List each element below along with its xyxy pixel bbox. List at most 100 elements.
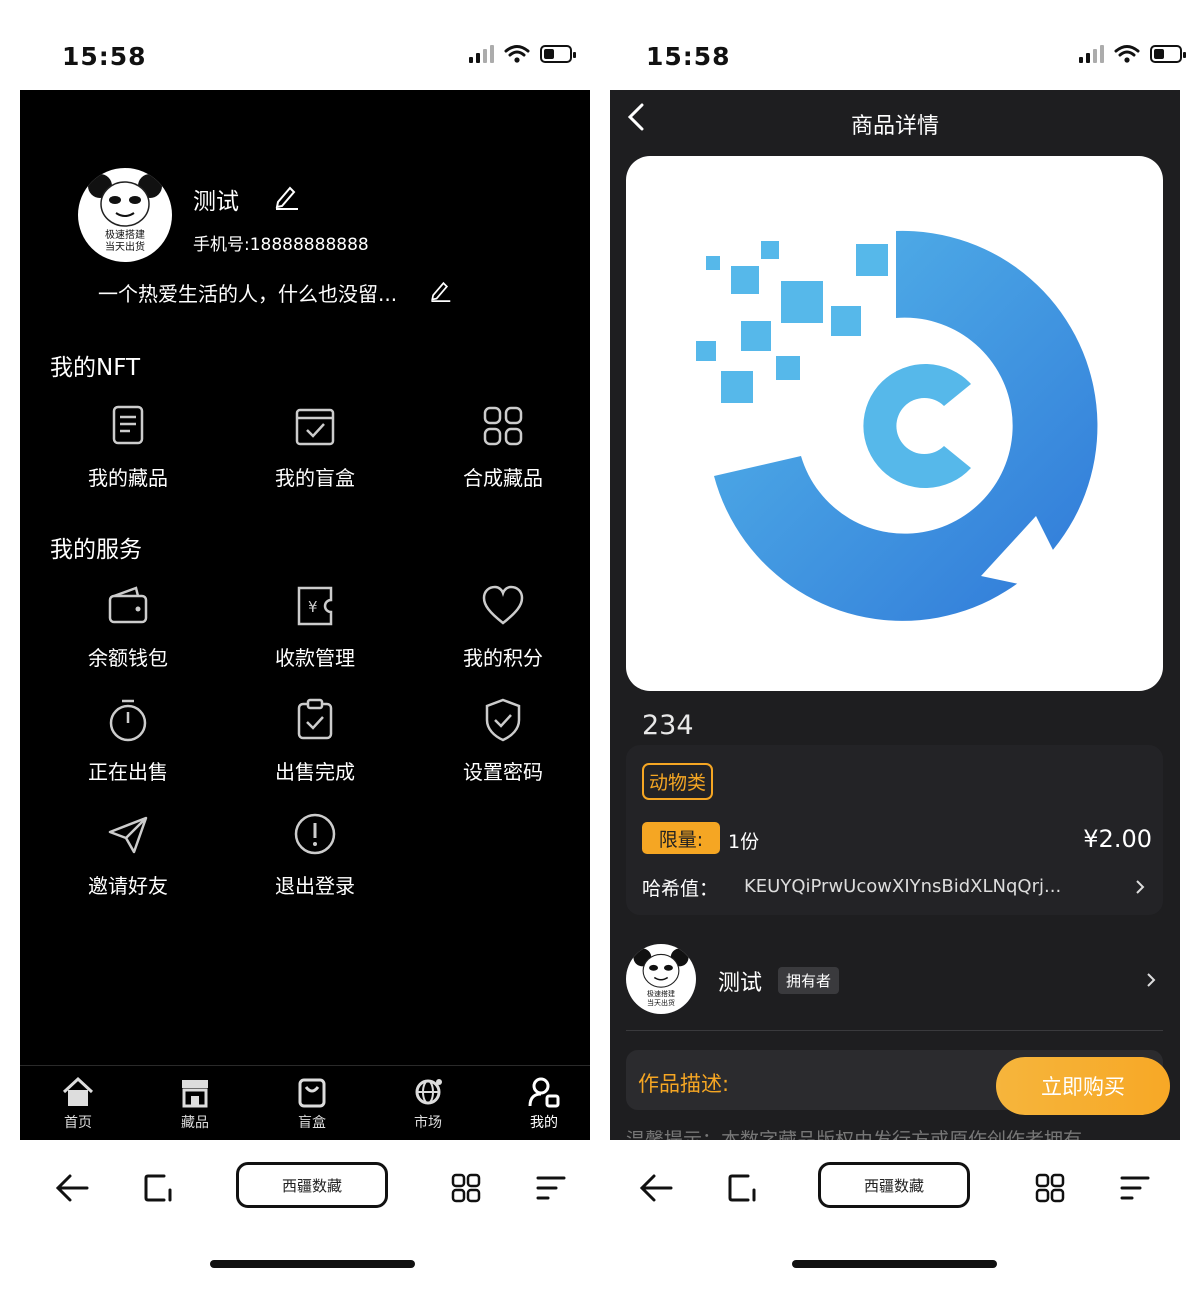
- bag-icon: [298, 1078, 326, 1108]
- tab-label: 藏品: [181, 1115, 209, 1131]
- nft-item-my-collection[interactable]: 我的藏品: [73, 402, 183, 491]
- divider: [626, 1030, 1163, 1031]
- service-item-wallet[interactable]: 余额钱包: [73, 582, 183, 671]
- apps-grid-icon: [1035, 1173, 1065, 1203]
- category-badge: 动物类: [642, 763, 714, 800]
- home-indicator[interactable]: [792, 1260, 997, 1268]
- nft-item-synthesize[interactable]: 合成藏品: [448, 402, 558, 491]
- browser-grid-button[interactable]: [1030, 1168, 1070, 1208]
- home-indicator[interactable]: [210, 1260, 415, 1268]
- detail-screen: 商品详情 234 动物类 限量: 1份 ¥2.00 哈希值： KEUYQiPrw…: [610, 90, 1180, 1140]
- home-icon: [62, 1076, 94, 1106]
- store-icon: [182, 1080, 208, 1108]
- browser-grid-button[interactable]: [446, 1168, 486, 1208]
- wifi-icon: [1114, 45, 1140, 63]
- status-icons: [469, 44, 576, 64]
- section-title-services: 我的服务: [50, 537, 142, 563]
- chevron-right-icon[interactable]: [1143, 972, 1159, 988]
- phone-profile: 15:58 极速搭建 当天出货 测试 手机号:18888888888 一个热爱生活…: [0, 0, 590, 1300]
- buy-now-button[interactable]: 立即购买: [996, 1057, 1170, 1115]
- user-name: 测试: [193, 189, 239, 215]
- tab-label: 盲盒: [298, 1115, 326, 1131]
- grid-icon: [483, 406, 523, 446]
- heart-icon: [482, 585, 524, 625]
- browser-tabs-button[interactable]: [722, 1168, 762, 1208]
- tab-blindbox[interactable]: 盲盒: [272, 1074, 352, 1132]
- owner-role-badge: 拥有者: [778, 967, 840, 994]
- menu-lines-icon: [536, 1176, 566, 1200]
- battery-icon: [1150, 45, 1186, 63]
- avatar-caption: 极速搭建 当天出货: [105, 230, 145, 253]
- status-bar: 15:58: [0, 30, 590, 90]
- edit-bio-icon[interactable]: [428, 278, 452, 302]
- status-time: 15:58: [62, 42, 147, 71]
- battery-icon: [540, 45, 576, 63]
- browser-tabs-button[interactable]: [138, 1168, 178, 1208]
- avatar[interactable]: 极速搭建 当天出货: [78, 168, 172, 262]
- arrow-left-icon: [55, 1174, 89, 1202]
- nft-item-my-blindbox[interactable]: 我的盲盒: [260, 402, 370, 491]
- tab-label: 首页: [64, 1115, 92, 1131]
- tab-market[interactable]: 市场: [388, 1074, 468, 1132]
- service-item-invite[interactable]: 邀请好友: [73, 810, 183, 899]
- tab-mine[interactable]: 我的: [504, 1074, 584, 1132]
- browser-back-button[interactable]: [636, 1168, 676, 1208]
- tab-home[interactable]: 首页: [38, 1074, 118, 1132]
- owner-name: 测试: [718, 971, 763, 996]
- service-item-sold[interactable]: 出售完成: [260, 696, 370, 785]
- avatar-caption: 极速搭建 当天出货: [647, 990, 675, 1007]
- service-item-label: 正在出售: [88, 760, 168, 784]
- c-logo-image: [696, 230, 1098, 621]
- browser-toolbar: 西疆数藏: [0, 1140, 590, 1230]
- profile-screen: 极速搭建 当天出货 测试 手机号:18888888888 一个热爱生活的人，什么也…: [20, 90, 590, 1140]
- chevron-right-icon[interactable]: [1132, 879, 1148, 895]
- shield-check-icon: [485, 698, 521, 742]
- product-name: 234: [642, 710, 694, 741]
- section-title-nft: 我的NFT: [50, 355, 141, 381]
- service-item-label: 出售完成: [275, 760, 355, 784]
- nft-item-label: 我的藏品: [88, 466, 168, 490]
- window-icon: [728, 1174, 756, 1202]
- hash-label: 哈希值：: [642, 878, 719, 900]
- price: ¥2.00: [1083, 825, 1152, 853]
- browser-title-pill[interactable]: 西疆数藏: [236, 1162, 388, 1208]
- status-bar: 15:58: [610, 30, 1200, 90]
- svg-text:¥: ¥: [308, 598, 318, 616]
- clipboard-check-icon: [297, 698, 333, 740]
- product-image[interactable]: [626, 156, 1163, 691]
- send-icon: [108, 816, 148, 854]
- owner-avatar[interactable]: 极速搭建 当天出货: [626, 944, 696, 1014]
- service-item-set-password[interactable]: 设置密码: [448, 696, 558, 785]
- limit-value: 1份: [728, 831, 760, 853]
- nft-item-label: 合成藏品: [463, 466, 543, 490]
- nft-item-label: 我的盲盒: [275, 466, 355, 490]
- service-item-label: 收款管理: [275, 646, 355, 670]
- phone-detail: 15:58 商品详情 234 动物类 限量: 1份 ¥2.00 哈希值： KEU…: [610, 0, 1200, 1300]
- service-item-payment[interactable]: ¥ 收款管理: [260, 582, 370, 671]
- document-icon: [112, 405, 144, 445]
- browser-title-pill[interactable]: 西疆数藏: [818, 1162, 970, 1208]
- tab-label: 市场: [414, 1115, 442, 1131]
- status-icons: [1079, 44, 1186, 64]
- browser-toolbar: 西疆数藏: [610, 1140, 1200, 1230]
- page-title: 商品详情: [850, 114, 939, 139]
- browser-back-button[interactable]: [52, 1168, 92, 1208]
- user-bio: 一个热爱生活的人，什么也没留...: [98, 282, 398, 306]
- bottom-tab-bar: 首页 藏品 盲盒 市场 我的: [20, 1065, 590, 1140]
- service-item-on-sale[interactable]: 正在出售: [73, 696, 183, 785]
- window-icon: [144, 1174, 172, 1202]
- browser-menu-button[interactable]: [1114, 1168, 1154, 1208]
- service-item-points[interactable]: 我的积分: [448, 582, 558, 671]
- hash-value[interactable]: KEUYQiPrwUcowXIYnsBidXLNqQrj...: [744, 876, 1061, 897]
- signal-icon: [1079, 45, 1104, 63]
- service-item-logout[interactable]: 退出登录: [260, 810, 370, 899]
- status-time: 15:58: [646, 42, 731, 71]
- edit-name-icon[interactable]: [272, 182, 300, 210]
- service-item-label: 邀请好友: [88, 874, 168, 898]
- limit-badge: 限量:: [642, 822, 720, 854]
- tab-collection[interactable]: 藏品: [155, 1074, 235, 1132]
- description-text: 温馨提示：本数字藏品版权由发行方或原作创作者拥有: [626, 1129, 1083, 1140]
- browser-menu-button[interactable]: [530, 1168, 570, 1208]
- user-icon: [528, 1077, 560, 1108]
- tab-label: 我的: [530, 1115, 558, 1131]
